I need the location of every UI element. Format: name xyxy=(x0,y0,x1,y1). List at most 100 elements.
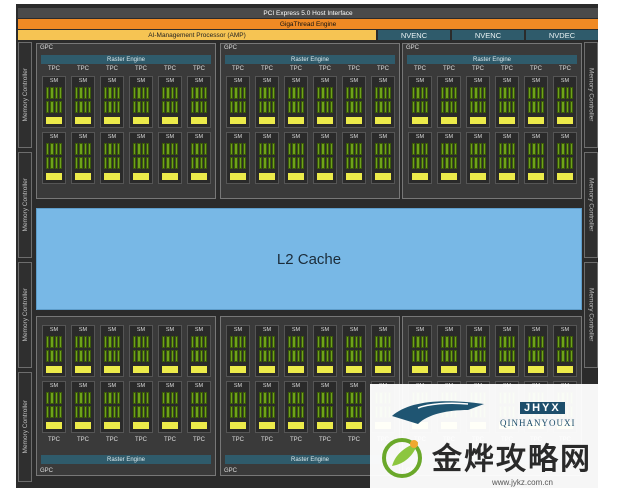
cuda-core xyxy=(565,87,569,99)
cuda-core xyxy=(166,101,170,113)
cuda-core-row xyxy=(412,143,428,155)
tensor-core xyxy=(191,173,207,180)
cuda-core xyxy=(350,87,354,99)
cuda-core xyxy=(50,350,54,362)
tensor-core xyxy=(346,366,362,373)
cuda-core xyxy=(54,350,58,362)
cuda-core xyxy=(478,101,482,113)
cuda-core xyxy=(79,157,83,169)
cuda-core xyxy=(46,392,50,404)
cuda-core-row xyxy=(346,101,362,113)
cuda-core xyxy=(288,157,292,169)
cuda-core xyxy=(242,157,246,169)
cuda-core xyxy=(300,101,304,113)
sm-label: SM xyxy=(262,383,272,389)
cuda-core xyxy=(416,101,420,113)
sm-block: SM xyxy=(553,76,577,128)
sm-label: SM xyxy=(378,327,388,333)
cuda-core-row xyxy=(162,157,178,169)
cuda-core xyxy=(503,336,507,348)
cuda-core-row xyxy=(557,143,573,155)
tensor-core xyxy=(162,117,178,124)
cuda-core xyxy=(536,101,540,113)
cuda-core xyxy=(300,336,304,348)
cuda-core xyxy=(87,101,91,113)
cuda-core xyxy=(75,87,79,99)
cuda-core xyxy=(195,157,199,169)
cuda-core-row xyxy=(499,350,515,362)
cuda-core xyxy=(87,350,91,362)
cuda-core-row xyxy=(375,101,391,113)
cuda-core xyxy=(112,101,116,113)
tensor-core xyxy=(46,366,62,373)
cuda-core xyxy=(478,143,482,155)
cuda-core xyxy=(174,87,178,99)
cuda-core xyxy=(50,336,54,348)
cuda-core xyxy=(387,101,391,113)
cuda-core-row xyxy=(104,87,120,99)
cuda-core xyxy=(145,406,149,418)
tpc-label: TPC xyxy=(135,437,147,443)
cuda-core xyxy=(170,87,174,99)
cuda-core-row xyxy=(288,350,304,362)
cuda-core xyxy=(203,336,207,348)
cuda-core xyxy=(79,87,83,99)
tpc-label: TPC xyxy=(290,66,302,72)
cuda-core xyxy=(191,101,195,113)
cuda-core xyxy=(478,157,482,169)
cuda-core xyxy=(104,336,108,348)
cuda-core xyxy=(354,350,358,362)
cuda-core xyxy=(75,406,79,418)
cuda-core xyxy=(170,392,174,404)
sm-label: SM xyxy=(233,78,243,84)
cuda-core-row xyxy=(288,392,304,404)
cuda-core xyxy=(230,336,234,348)
cuda-core xyxy=(203,406,207,418)
cuda-core-row xyxy=(317,101,333,113)
sm-block: SM xyxy=(100,381,124,433)
cuda-core xyxy=(511,350,515,362)
tensor-core xyxy=(412,117,428,124)
cuda-core xyxy=(329,350,333,362)
cuda-core xyxy=(137,143,141,155)
sm-label: SM xyxy=(165,327,175,333)
cuda-core-row xyxy=(75,87,91,99)
cuda-core-row xyxy=(499,87,515,99)
cuda-core xyxy=(354,392,358,404)
sm-block: SM xyxy=(158,325,182,377)
cuda-core-row xyxy=(75,392,91,404)
sm-block: SM xyxy=(187,132,211,184)
cuda-core xyxy=(116,350,120,362)
cuda-core xyxy=(259,143,263,155)
cuda-core xyxy=(195,350,199,362)
cuda-core xyxy=(50,392,54,404)
cuda-core xyxy=(195,406,199,418)
sm-label: SM xyxy=(444,327,454,333)
sm-block: SM xyxy=(524,76,548,128)
cuda-core xyxy=(112,143,116,155)
raster-engine: Raster Engine xyxy=(407,55,577,64)
cuda-core xyxy=(162,143,166,155)
cuda-core-row xyxy=(230,157,246,169)
cuda-core xyxy=(416,87,420,99)
cuda-core xyxy=(474,336,478,348)
cuda-core xyxy=(46,350,50,362)
cuda-core xyxy=(528,157,532,169)
cuda-core xyxy=(445,143,449,155)
sm-label: SM xyxy=(320,383,330,389)
cuda-core xyxy=(271,87,275,99)
sm-block: SM xyxy=(158,76,182,128)
cuda-core xyxy=(379,336,383,348)
cuda-core xyxy=(195,392,199,404)
sm-block: SM xyxy=(437,325,461,377)
sm-label: SM xyxy=(107,134,117,140)
cuda-core-row xyxy=(346,392,362,404)
tensor-core xyxy=(162,173,178,180)
cuda-core xyxy=(133,336,137,348)
cuda-core xyxy=(358,336,362,348)
cuda-core xyxy=(288,101,292,113)
cuda-core xyxy=(199,143,203,155)
cuda-core xyxy=(263,157,267,169)
cuda-core xyxy=(234,157,238,169)
tensor-core xyxy=(528,366,544,373)
